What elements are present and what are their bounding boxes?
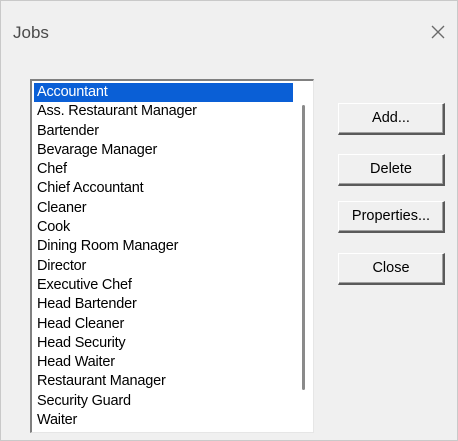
list-item[interactable]: Chef xyxy=(34,160,293,179)
list-item[interactable]: Waiter xyxy=(34,411,293,430)
properties-button[interactable]: Properties... xyxy=(338,201,445,233)
list-item[interactable]: Cleaner xyxy=(34,199,293,218)
list-item[interactable]: Head Security xyxy=(34,334,293,353)
list-item[interactable]: Bartender xyxy=(34,122,293,141)
list-item[interactable]: Cook xyxy=(34,218,293,237)
jobs-listbox[interactable]: Accountant Ass. Restaurant Manager Bartend… xyxy=(30,79,314,433)
list-item[interactable]: Dining Room Manager xyxy=(34,237,293,256)
list-item[interactable]: Director xyxy=(34,257,293,276)
delete-button[interactable]: Delete xyxy=(338,154,445,186)
vertical-scrollbar[interactable] xyxy=(295,81,313,432)
list-item[interactable]: Chief Accountant xyxy=(34,179,293,198)
list-item[interactable]: Ass. Restaurant Manager xyxy=(34,102,293,121)
close-icon[interactable] xyxy=(425,19,451,45)
list-item[interactable]: Accountant xyxy=(34,83,293,103)
list-item[interactable]: Head Bartender xyxy=(34,295,293,314)
add-button[interactable]: Add... xyxy=(338,103,445,135)
list-item[interactable]: Security Guard xyxy=(34,392,293,411)
list-item[interactable]: Head Waiter xyxy=(34,353,293,372)
jobs-dialog: Jobs Accountant Ass. Restaurant Manager Ba… xyxy=(0,0,458,441)
list-item[interactable]: Executive Chef xyxy=(34,276,293,295)
scrollbar-thumb[interactable] xyxy=(302,105,305,390)
list-item[interactable]: Head Cleaner xyxy=(34,315,293,334)
dialog-title: Jobs xyxy=(13,23,49,42)
title-bar: Jobs xyxy=(1,1,457,63)
list-item[interactable]: Restaurant Manager xyxy=(34,372,293,391)
list-item[interactable]: Bevarage Manager xyxy=(34,141,293,160)
jobs-list: Accountant Ass. Restaurant Manager Bartend… xyxy=(34,83,293,430)
close-button[interactable]: Close xyxy=(338,253,445,285)
